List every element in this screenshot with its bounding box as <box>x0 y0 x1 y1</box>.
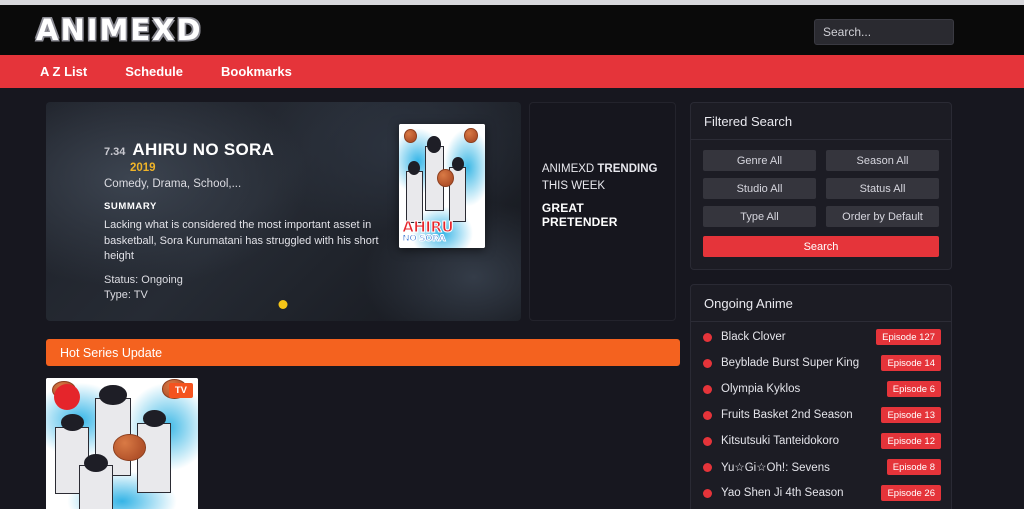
trending-brand: ANIMEXD <box>541 163 598 175</box>
slider-dot-indicator[interactable] <box>278 300 288 309</box>
bullet-icon <box>703 488 712 498</box>
page-root: ANIMEXD A Z List Schedule Bookmarks 7.34… <box>0 0 1024 509</box>
trending-show-title[interactable]: GREAT PRETENDER <box>542 201 663 229</box>
filtered-search-body: Genre All Season All Studio All Status A… <box>691 140 951 269</box>
anime-name: Beyblade Burst Super King <box>721 357 860 369</box>
list-item[interactable]: Kitsutsuki Tanteidokoro Episode 12 <box>691 428 951 454</box>
featured-poster[interactable]: AHIRU NO SORA <box>398 124 485 248</box>
main-navigation: A Z List Schedule Bookmarks <box>0 55 1024 88</box>
episode-badge: Episode 14 <box>881 355 941 371</box>
ongoing-anime-title: Ongoing Anime <box>691 285 951 322</box>
filter-status[interactable]: Status All <box>826 178 939 199</box>
filter-studio[interactable]: Studio All <box>703 178 816 199</box>
featured-slider[interactable]: 7.34 AHIRU NO SORA 2019 Comedy, Drama, S… <box>46 102 521 321</box>
bullet-icon <box>703 358 712 368</box>
new-indicator-dot <box>54 384 80 410</box>
hot-series-title: Hot Series Update <box>60 345 163 360</box>
card-head <box>84 453 109 472</box>
poster-subtitle: NO SORA <box>402 233 446 244</box>
episode-badge: Episode 6 <box>886 381 941 397</box>
featured-summary: Lacking what is considered the most impo… <box>104 219 379 263</box>
ongoing-anime-panel: Ongoing Anime Black Clover Episode 127 B… <box>690 284 952 509</box>
poster-basketball <box>436 168 454 188</box>
poster-figure <box>405 171 423 224</box>
anime-name: Black Clover <box>721 331 786 343</box>
bullet-icon <box>703 384 712 394</box>
list-item[interactable]: Beyblade Burst Super King Episode 14 <box>691 350 951 376</box>
list-item[interactable]: Fruits Basket 2nd Season Episode 13 <box>691 402 951 428</box>
site-logo[interactable]: ANIMEXD <box>36 13 203 47</box>
anime-card[interactable]: TV <box>46 378 198 509</box>
anime-name: Olympia Kyklos <box>721 383 801 395</box>
filter-season[interactable]: Season All <box>826 150 939 171</box>
filter-genre[interactable]: Genre All <box>703 150 816 171</box>
featured-info: 7.34 AHIRU NO SORA 2019 Comedy, Drama, S… <box>104 140 404 301</box>
hero-row: 7.34 AHIRU NO SORA 2019 Comedy, Drama, S… <box>46 102 676 321</box>
poster-head <box>427 136 441 153</box>
page-content: 7.34 AHIRU NO SORA 2019 Comedy, Drama, S… <box>0 88 1024 509</box>
list-item[interactable]: Yao Shen Ji 4th Season Episode 26 <box>691 480 951 506</box>
featured-type: Type: TV <box>104 288 148 301</box>
filtered-search-title: Filtered Search <box>691 103 951 140</box>
card-head <box>99 385 127 405</box>
card-type-badge: TV <box>168 383 193 398</box>
hot-series-grid: TV <box>46 378 676 509</box>
featured-status: Status: Ongoing <box>104 273 183 286</box>
list-item[interactable]: Black Clover Episode 127 <box>691 324 951 350</box>
filtered-search-panel: Filtered Search Genre All Season All Stu… <box>690 102 952 270</box>
featured-rating: 7.34 <box>104 146 126 158</box>
site-header: ANIMEXD <box>0 5 1024 55</box>
poster-title-art: AHIRU NO SORA <box>402 219 481 244</box>
anime-name: Kitsutsuki Tanteidokoro <box>721 435 840 447</box>
anime-name: Yu☆Gi☆Oh!: Sevens <box>721 462 830 474</box>
list-item[interactable]: Olympia Kyklos Episode 6 <box>691 376 951 402</box>
episode-badge: Episode 127 <box>876 329 941 345</box>
filter-order[interactable]: Order by Default <box>826 206 939 227</box>
featured-title-line: 7.34 AHIRU NO SORA <box>104 140 404 160</box>
bullet-icon <box>703 332 712 342</box>
main-column: 7.34 AHIRU NO SORA 2019 Comedy, Drama, S… <box>46 102 680 509</box>
episode-badge: Episode 26 <box>881 485 941 501</box>
hot-series-header: Hot Series Update <box>46 339 680 366</box>
nav-item-az-list[interactable]: A Z List <box>40 64 87 79</box>
episode-badge: Episode 8 <box>886 459 941 475</box>
bullet-icon <box>703 436 712 446</box>
featured-summary-label: SUMMARY <box>104 201 157 212</box>
featured-title[interactable]: AHIRU NO SORA <box>132 140 274 160</box>
filter-type[interactable]: Type All <box>703 206 816 227</box>
episode-badge: Episode 12 <box>881 433 941 449</box>
trending-panel: ANIMEXD TRENDING THIS WEEK GREAT PRETEND… <box>528 102 676 321</box>
anime-name: Fruits Basket 2nd Season <box>721 409 853 421</box>
bullet-icon <box>703 462 712 472</box>
featured-year: 2019 <box>130 162 156 174</box>
bullet-icon <box>703 410 712 420</box>
filter-search-button[interactable]: Search <box>703 236 939 257</box>
filter-grid: Genre All Season All Studio All Status A… <box>703 150 939 227</box>
sidebar: Filtered Search Genre All Season All Stu… <box>690 102 952 509</box>
nav-item-schedule[interactable]: Schedule <box>125 64 183 79</box>
search-input[interactable] <box>814 19 954 45</box>
list-item[interactable]: Yu☆Gi☆Oh!: Sevens Episode 8 <box>691 454 951 480</box>
card-figure <box>137 422 171 493</box>
anime-name: Yao Shen Ji 4th Season <box>721 487 844 499</box>
nav-item-bookmarks[interactable]: Bookmarks <box>221 64 292 79</box>
poster-artwork: AHIRU NO SORA <box>398 124 485 248</box>
card-head <box>143 410 167 427</box>
poster-basketball <box>464 127 478 143</box>
trending-label: TRENDING <box>597 163 658 175</box>
ongoing-anime-list: Black Clover Episode 127 Beyblade Burst … <box>691 322 951 509</box>
featured-genres: Comedy, Drama, School,... <box>104 178 242 190</box>
trending-heading: ANIMEXD TRENDING THIS WEEK <box>542 161 663 194</box>
poster-basketball <box>403 128 417 143</box>
card-basketball <box>112 434 147 461</box>
trending-week: THIS WEEK <box>541 179 606 192</box>
episode-badge: Episode 13 <box>881 407 941 423</box>
